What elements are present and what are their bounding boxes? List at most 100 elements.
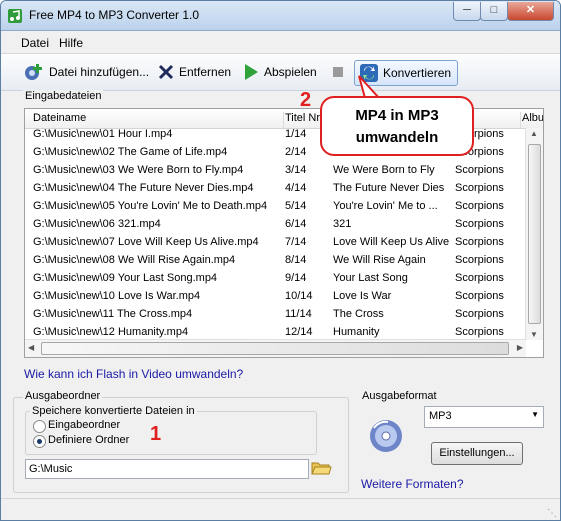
play-label: Abspielen [264, 65, 317, 79]
list-item[interactable]: G:\Music\new\03 We Were Born to Fly.mp4 … [25, 162, 525, 180]
more-formats-link[interactable]: Weitere Formaten? [361, 477, 464, 491]
output-path-value: G:\Music [29, 463, 73, 475]
step-2-marker: 2 [300, 89, 312, 111]
list-item[interactable]: G:\Music\new\10 Love Is War.mp4 10/14 Lo… [25, 288, 525, 306]
define-folder-radio[interactable] [33, 435, 46, 448]
file-name-cell: G:\Music\new\03 We Were Born to Fly.mp4 [33, 164, 244, 176]
track-cell: 4/14 [285, 182, 307, 194]
output-path-field[interactable]: G:\Music [25, 459, 309, 479]
add-file-icon [25, 64, 42, 80]
input-folder-option-label[interactable]: Eingabeordner [48, 419, 120, 431]
file-name-cell: G:\Music\new\05 You're Lovin' Me to Deat… [33, 200, 268, 212]
track-cell: 12/14 [285, 326, 313, 338]
track-cell: 9/14 [285, 272, 307, 284]
artist-cell: Scorpions [455, 164, 504, 176]
maximize-icon: □ [490, 4, 498, 16]
stop-icon [333, 67, 343, 77]
vertical-scroll-thumb[interactable] [528, 144, 541, 324]
menu-hilfe[interactable]: Hilfe [59, 36, 83, 50]
title-bar[interactable]: Free MP4 to MP3 Converter 1.0 ─ □ ✕ [1, 1, 560, 31]
disc-icon [370, 420, 402, 452]
track-cell: 8/14 [285, 254, 307, 266]
flash-to-video-link[interactable]: Wie kann ich Flash in Video umwandeln? [24, 367, 243, 381]
file-name-cell: G:\Music\new\09 Your Last Song.mp4 [33, 272, 218, 284]
title-cell: The Future Never Dies [333, 182, 445, 194]
scroll-right-icon[interactable]: ▶ [517, 343, 523, 352]
remove-icon [158, 64, 174, 80]
browse-folder-button[interactable] [310, 458, 332, 478]
title-cell: 321 [333, 218, 352, 230]
define-folder-option-label[interactable]: Definiere Ordner [48, 434, 129, 446]
track-cell: 10/14 [285, 290, 313, 302]
artist-cell: Scorpions [455, 236, 504, 248]
title-cell: Humanity [333, 326, 380, 338]
main-window: Free MP4 to MP3 Converter 1.0 ─ □ ✕ Date… [0, 0, 561, 521]
stop-button[interactable] [331, 60, 349, 84]
play-button[interactable]: Abspielen [242, 60, 317, 84]
track-cell: 7/14 [285, 236, 307, 248]
minimize-button[interactable]: ─ [453, 2, 481, 21]
file-name-cell: G:\Music\new\11 The Cross.mp4 [33, 308, 193, 320]
scroll-left-icon[interactable]: ◀ [28, 343, 34, 352]
add-files-label: Datei hinzufügen... [49, 65, 150, 79]
title-cell: We Will Rise Again [333, 254, 426, 266]
artist-cell: Scorpions [455, 290, 504, 302]
title-cell: Love Will Keep Us Alive [333, 236, 450, 248]
list-item[interactable]: G:\Music\new\11 The Cross.mp4 11/14 The … [25, 306, 525, 324]
track-cell: 6/14 [285, 218, 307, 230]
chevron-down-icon[interactable]: ▼ [531, 410, 539, 419]
play-icon [245, 64, 258, 80]
menu-bar: Datei Hilfe [1, 31, 560, 54]
list-item[interactable]: G:\Music\new\04 The Future Never Dies.mp… [25, 180, 525, 198]
close-button[interactable]: ✕ [507, 2, 554, 21]
track-cell: 5/14 [285, 200, 307, 212]
step-1-marker: 1 [150, 423, 162, 445]
horizontal-scroll-thumb[interactable] [41, 342, 509, 355]
list-item[interactable]: G:\Music\new\05 You're Lovin' Me to Deat… [25, 198, 525, 216]
title-cell: Your Last Song [333, 272, 408, 284]
convert-label: Konvertieren [383, 66, 452, 80]
file-name-cell: G:\Music\new\12 Humanity.mp4 [33, 326, 189, 338]
file-name-cell: G:\Music\new\06 321.mp4 [33, 218, 161, 230]
close-icon: ✕ [525, 4, 536, 16]
artist-cell: Scorpions [455, 308, 504, 320]
file-name-cell: G:\Music\new\04 The Future Never Dies.mp… [33, 182, 254, 194]
file-name-cell: G:\Music\new\08 We Will Rise Again.mp4 [33, 254, 236, 266]
artist-cell: Scorpions [455, 200, 504, 212]
remove-label: Entfernen [179, 65, 232, 79]
format-select[interactable]: MP3 ▼ [424, 406, 544, 428]
file-name-cell: G:\Music\new\01 Hour I.mp4 [33, 128, 173, 140]
resize-grip-icon[interactable]: ⋱ [547, 508, 557, 519]
artist-cell: Scorpions [455, 218, 504, 230]
artist-cell: Scorpions [455, 272, 504, 284]
title-cell: Love Is War [333, 290, 392, 302]
track-cell: 11/14 [285, 308, 312, 320]
maximize-button[interactable]: □ [480, 2, 508, 21]
artist-cell: Scorpions [455, 254, 504, 266]
list-item[interactable]: G:\Music\new\08 We Will Rise Again.mp4 8… [25, 252, 525, 270]
scroll-up-icon[interactable]: ▲ [530, 129, 538, 138]
menu-datei[interactable]: Datei [21, 36, 49, 50]
track-cell: 3/14 [285, 164, 307, 176]
artist-cell: Scorpions [455, 182, 504, 194]
title-cell: We Were Born to Fly [333, 164, 435, 176]
input-folder-radio[interactable] [33, 420, 46, 433]
callout-line-2: umwandeln [355, 129, 439, 146]
format-selected-value: MP3 [429, 410, 452, 422]
toolbar: Datei hinzufügen... Entfernen Abspielen [1, 54, 560, 91]
horizontal-scrollbar[interactable]: ◀ ▶ [25, 339, 526, 357]
file-name-cell: G:\Music\new\07 Love Will Keep Us Alive.… [33, 236, 259, 248]
vertical-scrollbar[interactable]: ▲ ▼ [525, 128, 543, 340]
list-item[interactable]: G:\Music\new\06 321.mp4 6/14 321 Scorpio… [25, 216, 525, 234]
input-files-label: Eingabedateien [23, 90, 104, 102]
settings-button[interactable]: Einstellungen... [431, 442, 523, 465]
list-item[interactable]: G:\Music\new\07 Love Will Keep Us Alive.… [25, 234, 525, 252]
file-name-cell: G:\Music\new\02 The Game of Life.mp4 [33, 146, 228, 158]
save-options-frame [25, 411, 317, 455]
list-item[interactable]: G:\Music\new\09 Your Last Song.mp4 9/14 … [25, 270, 525, 288]
app-icon [8, 9, 22, 23]
scroll-down-icon[interactable]: ▼ [530, 330, 538, 339]
remove-button[interactable]: Entfernen [157, 60, 231, 84]
add-files-button[interactable]: Datei hinzufügen... [23, 60, 149, 84]
save-converted-label: Speichere konvertierte Dateien in [30, 405, 197, 417]
